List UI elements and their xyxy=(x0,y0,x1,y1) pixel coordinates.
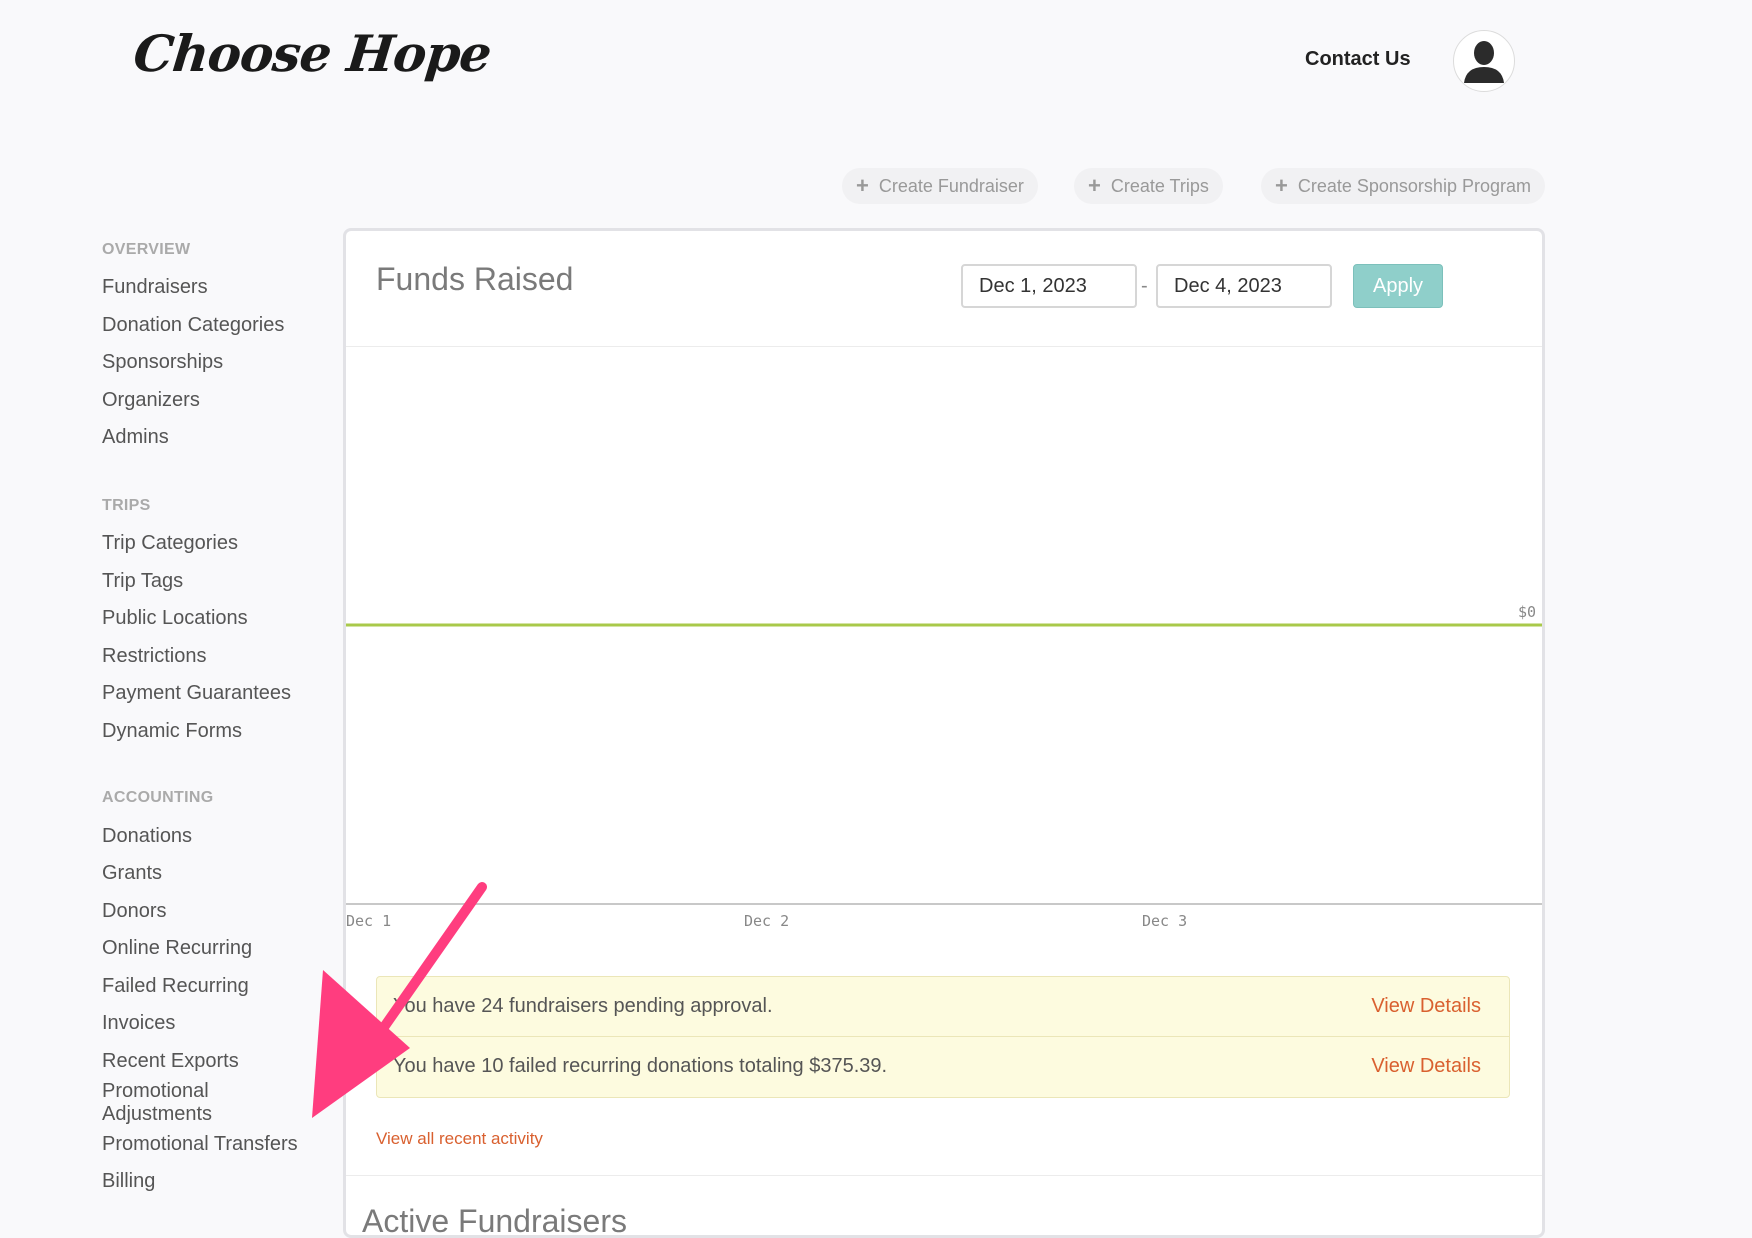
sidebar-item-grants[interactable]: Grants xyxy=(102,862,332,885)
choose-hope-logo[interactable]: Choose Hope xyxy=(131,24,494,83)
sidebar-heading-accounting: ACCOUNTING xyxy=(102,789,214,806)
active-fundraisers-title: Active Fundraisers xyxy=(362,1203,627,1238)
create-fundraiser-label: Create Fundraiser xyxy=(878,175,1024,196)
sidebar-item-donors[interactable]: Donors xyxy=(102,900,332,923)
sidebar-heading-overview: OVERVIEW xyxy=(102,241,191,258)
plus-icon: + xyxy=(1088,173,1101,198)
x-tick-label: Dec 1 xyxy=(346,912,391,930)
sidebar-item-payment-guarantees[interactable]: Payment Guarantees xyxy=(102,682,332,705)
sidebar-item-recent-exports[interactable]: Recent Exports xyxy=(102,1050,332,1073)
apply-button[interactable]: Apply xyxy=(1353,264,1443,308)
contact-us-link[interactable]: Contact Us xyxy=(1305,48,1411,71)
sidebar-item-trip-categories[interactable]: Trip Categories xyxy=(102,532,332,555)
sidebar-item-donation-categories[interactable]: Donation Categories xyxy=(102,314,332,337)
plus-icon: + xyxy=(1275,173,1288,198)
sidebar-item-sponsorships[interactable]: Sponsorships xyxy=(102,351,332,374)
user-avatar[interactable] xyxy=(1453,30,1515,92)
funds-raised-chart: $0 Dec 1 Dec 2 Dec 3 xyxy=(346,603,1542,930)
sidebar-heading-trips: TRIPS xyxy=(102,497,151,514)
sidebar-item-organizers[interactable]: Organizers xyxy=(102,389,332,412)
sidebar-item-admins[interactable]: Admins xyxy=(102,426,332,449)
sidebar-item-restrictions[interactable]: Restrictions xyxy=(102,645,332,668)
create-trips-label: Create Trips xyxy=(1110,175,1209,196)
sidebar-item-failed-recurring[interactable]: Failed Recurring xyxy=(102,975,332,998)
y-tick-label: $0 xyxy=(1518,603,1536,621)
date-range-separator: - xyxy=(1141,275,1148,297)
end-date-input[interactable]: Dec 4, 2023 xyxy=(1156,264,1332,308)
x-tick-label: Dec 2 xyxy=(744,912,789,930)
view-details-pending-link[interactable]: View Details xyxy=(1371,995,1481,1018)
sidebar-item-billing[interactable]: Billing xyxy=(102,1170,332,1193)
funds-raised-title: Funds Raised xyxy=(376,261,574,297)
alert-failed-recurring-text: You have 10 failed recurring donations t… xyxy=(393,1055,888,1077)
section-divider xyxy=(346,1175,1542,1176)
sidebar-item-invoices[interactable]: Invoices xyxy=(102,1012,332,1035)
funds-raised-card: Funds Raised Dec 1, 2023 - Dec 4, 2023 A… xyxy=(343,228,1545,1238)
alert-row: You have 10 failed recurring donations t… xyxy=(377,1037,1509,1097)
user-silhouette-icon xyxy=(1464,41,1504,83)
alerts-box: You have 24 fundraisers pending approval… xyxy=(376,976,1510,1098)
create-trips-button[interactable]: + Create Trips xyxy=(1074,168,1223,204)
view-details-failed-link[interactable]: View Details xyxy=(1371,1055,1481,1078)
create-fundraiser-button[interactable]: + Create Fundraiser xyxy=(842,168,1038,204)
sidebar-item-donations[interactable]: Donations xyxy=(102,825,332,848)
sidebar-item-fundraisers[interactable]: Fundraisers xyxy=(102,276,332,299)
start-date-input[interactable]: Dec 1, 2023 xyxy=(961,264,1137,308)
sidebar-item-dynamic-forms[interactable]: Dynamic Forms xyxy=(102,720,332,743)
alert-pending-fundraisers-text: You have 24 fundraisers pending approval… xyxy=(393,995,773,1017)
sidebar-item-public-locations[interactable]: Public Locations xyxy=(102,607,332,630)
create-sponsorship-program-button[interactable]: + Create Sponsorship Program xyxy=(1261,168,1545,204)
sidebar-item-trip-tags[interactable]: Trip Tags xyxy=(102,570,332,593)
plus-icon: + xyxy=(856,173,869,198)
alert-row: You have 24 fundraisers pending approval… xyxy=(377,977,1509,1037)
sidebar-item-promotional-transfers[interactable]: Promotional Transfers xyxy=(102,1133,332,1156)
view-all-recent-activity-link[interactable]: View all recent activity xyxy=(376,1129,543,1149)
sidebar-item-online-recurring[interactable]: Online Recurring xyxy=(102,937,332,960)
create-sponsorship-program-label: Create Sponsorship Program xyxy=(1297,175,1531,196)
x-tick-label: Dec 3 xyxy=(1142,912,1187,930)
sidebar-item-promotional-adjustments[interactable]: Promotional Adjustments xyxy=(102,1080,242,1126)
